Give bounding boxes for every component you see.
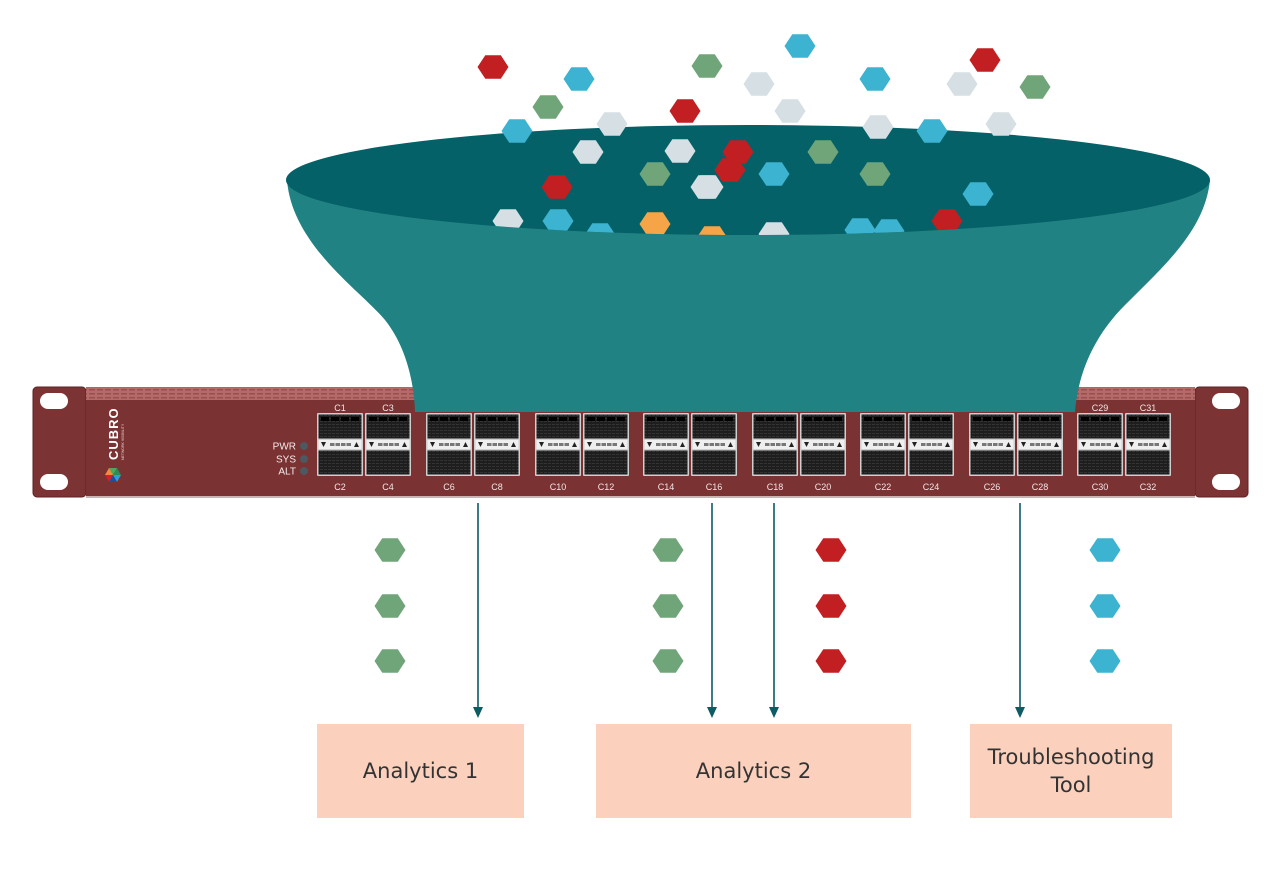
output-stream-green [374,538,406,673]
packet-hexagon-red [815,649,847,673]
packet-hexagon-red [477,55,509,79]
rack-hole-icon [1212,393,1240,409]
qsfp-port-cage[interactable] [317,413,363,476]
qsfp-port-cage[interactable] [752,413,798,476]
status-leds: PWR SYSALT [273,442,308,478]
packet-hexagon-blue [1089,649,1121,673]
qsfp-port-cage[interactable] [691,413,737,476]
led-alt-indicator-icon [300,467,308,475]
qsfp-port-cage[interactable] [426,413,472,476]
packet-hexagon-green [652,649,684,673]
port-label-c32: C32 [1140,482,1157,492]
flow-arrows [473,503,1025,718]
led-label-alt: ALT [278,467,296,478]
chassis-bottom-edge [86,496,1195,498]
qsfp-port-cage[interactable] [860,413,906,476]
port-label-c20: C20 [815,482,832,492]
qsfp-port-cage[interactable] [535,413,581,476]
output-stream-green [652,538,684,673]
packet-hexagon-gray [946,72,978,96]
port-label-c6: C6 [443,482,455,492]
led-pwr-indicator-icon [300,442,308,450]
port-label-c30: C30 [1092,482,1109,492]
port-label-c26: C26 [984,482,1001,492]
brand-name: CUBRO [106,407,121,460]
port-label-c22: C22 [875,482,892,492]
port-label-c10: C10 [550,482,567,492]
arrow-head-icon [769,707,779,718]
funnel-opening [286,125,1210,235]
diagram-canvas: CUBRO NETWORK VISIBILITY PWR SYS ALT C1 C2 C… [0,0,1280,876]
tool-box-troubleshooting-tool: Troubleshooting Tool [970,724,1172,818]
port-label-c29: C29 [1092,403,1109,413]
brand-tagline: NETWORK VISIBILITY [121,423,125,460]
tool-label: Analytics 2 [695,759,812,783]
port-label-c12: C12 [598,482,615,492]
packet-hexagon-blue [1089,594,1121,618]
packet-hexagon-green [532,95,564,119]
port-label-c31: C31 [1140,403,1157,413]
port-label-c28: C28 [1032,482,1049,492]
packet-hexagon-red [815,594,847,618]
output-stream-red [815,538,847,673]
flow-arrow-c18 [769,503,779,718]
tool-box-analytics-1: Analytics 1 [317,724,524,818]
funnel [286,34,1210,412]
output-packet-streams [374,538,1121,673]
flow-arrow-c16 [707,503,717,718]
port-label-c3: C3 [382,403,394,413]
qsfp-port-cage[interactable] [583,413,629,476]
qsfp-port-cage[interactable] [1077,413,1123,476]
rack-hole-icon [40,393,68,409]
port-label-c14: C14 [658,482,675,492]
packet-hexagon-red [669,99,701,123]
packet-hexagon-green [374,594,406,618]
packet-hexagon-blue [784,34,816,58]
packet-hexagon-green [374,649,406,673]
led-label-pwr: PWR [273,442,296,453]
port-label-c4: C4 [382,482,394,492]
qsfp-port-cage[interactable] [1017,413,1063,476]
qsfp-port-cage[interactable] [365,413,411,476]
qsfp-port-cage[interactable] [969,413,1015,476]
port-label-c2: C2 [334,482,346,492]
flow-arrow-c28 [1015,503,1025,718]
qsfp-port-cage[interactable] [908,413,954,476]
led-sys-indicator-icon [300,455,308,463]
packet-hexagon-green [1019,75,1051,99]
packet-hexagon-blue [1089,538,1121,562]
port-label-c8: C8 [491,482,503,492]
packet-hexagon-green [652,594,684,618]
tool-label: Troubleshooting Tool [987,745,1155,797]
packet-hexagon-red [815,538,847,562]
packet-hexagon-red [969,48,1001,72]
qsfp-port-cage[interactable] [643,413,689,476]
rack-hole-icon [1212,474,1240,490]
port-label-c1: C1 [334,403,346,413]
port-label-c18: C18 [767,482,784,492]
arrow-head-icon [1015,707,1025,718]
tool-label: Analytics 1 [362,759,479,783]
flow-arrow-c8 [473,503,483,718]
output-stream-blue [1089,538,1121,673]
packet-hexagon-gray [985,112,1017,136]
port-label-c24: C24 [923,482,940,492]
qsfp-port-cage[interactable] [1125,413,1171,476]
packet-hexagon-green [691,54,723,78]
tool-box-analytics-2: Analytics 2 [596,724,911,818]
led-label-sys: SYS [276,455,296,466]
packet-hexagon-gray [743,72,775,96]
port-label-c16: C16 [706,482,723,492]
arrow-head-icon [473,707,483,718]
packet-hexagon-blue [859,67,891,91]
arrow-head-icon [707,707,717,718]
packet-hexagon-green [652,538,684,562]
packet-hexagon-gray [774,99,806,123]
qsfp-port-cage[interactable] [800,413,846,476]
qsfp-port-cage[interactable] [474,413,520,476]
rack-hole-icon [40,474,68,490]
packet-hexagon-green [374,538,406,562]
packet-hexagon-blue [563,67,595,91]
